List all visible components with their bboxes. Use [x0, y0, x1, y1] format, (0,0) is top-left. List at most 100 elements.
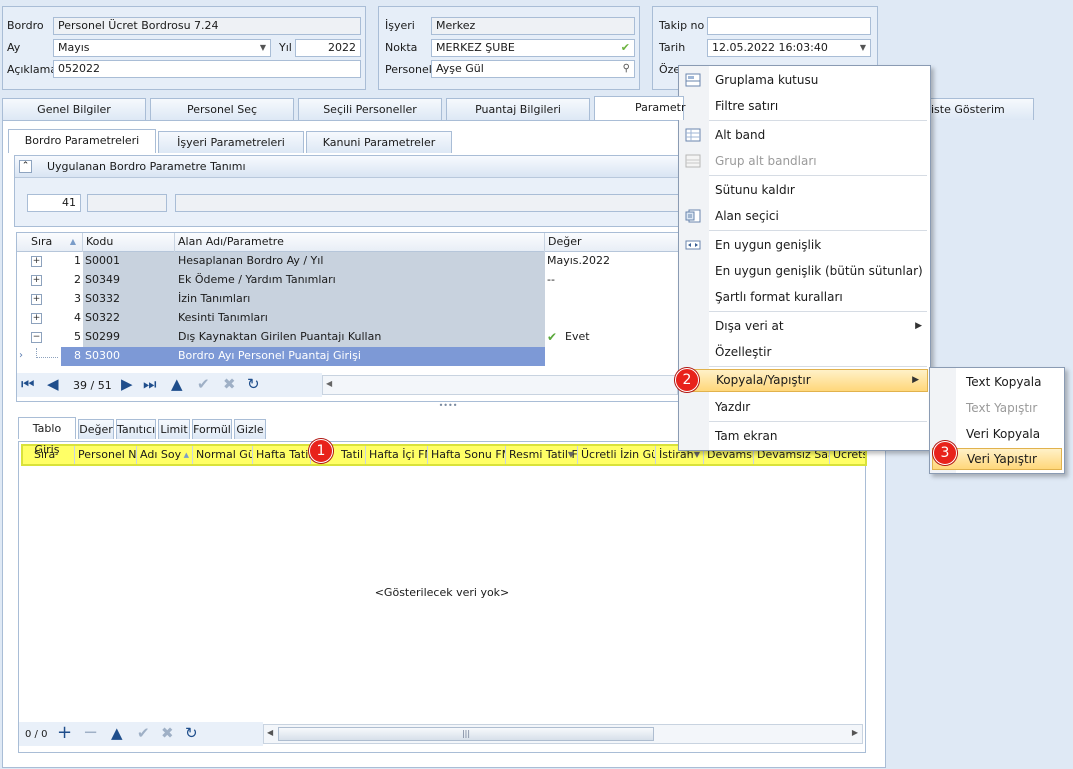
chevron-down-icon[interactable]: ▼ [860, 40, 866, 56]
sort-asc-icon: ▲ [69, 237, 76, 246]
tab-deger[interactable]: Değer [78, 419, 114, 439]
param-count-field[interactable]: 41 [27, 194, 81, 212]
isyeri-label: İşyeri [385, 19, 415, 32]
next-record-icon[interactable]: ▶ [121, 375, 133, 393]
menu-item-kopyala-yapistir[interactable]: Kopyala/Yapıştır ▶ [681, 369, 928, 392]
move-up-icon[interactable]: ▲ [171, 375, 183, 393]
prev-record-icon[interactable]: ◀ [47, 375, 59, 393]
nokta-field[interactable]: MERKEZ ŞUBE ✔ [431, 39, 635, 57]
col-header-hafta-ici-fm[interactable]: Hafta İçi FM [366, 446, 428, 464]
col-header-adi-soyadi[interactable]: Adı Soy ▲ [137, 446, 193, 464]
tab-limit[interactable]: Limit [158, 419, 190, 439]
collapse-row-icon[interactable]: − [31, 332, 42, 343]
tab-formul[interactable]: Formül [192, 419, 232, 439]
tab-genel-bilgiler[interactable]: Genel Bilgiler [2, 98, 146, 120]
col-header-personel-no[interactable]: Personel No [75, 446, 137, 464]
tab-kanuni-parametreler[interactable]: Kanuni Parametreler [306, 131, 452, 153]
menu-item-en-uygun-genislik-tum[interactable]: En uygun genişlik (bütün sütunlar) [679, 259, 930, 283]
refresh-icon[interactable]: ↻ [247, 375, 260, 393]
cancel-icon[interactable]: ✖ [223, 375, 236, 393]
col-header-hafta-tatili[interactable]: Hafta Tatili [253, 446, 311, 464]
confirm-icon[interactable]: ✔ [197, 375, 210, 393]
scroll-thumb[interactable]: ||| [278, 727, 654, 741]
submenu-item-text-yapistir[interactable]: Text Yapıştır [930, 396, 1064, 420]
menu-item-disa-veri-at[interactable]: Dışa veri at ▶ [679, 314, 930, 338]
tab-puantaj-bilgileri[interactable]: Puantaj Bilgileri [446, 98, 590, 120]
yil-field[interactable]: 2022 [295, 39, 361, 57]
submenu-arrow-icon: ▶ [912, 375, 919, 385]
tab-parametreler[interactable]: Parametr [594, 96, 685, 120]
menu-item-grup-alt-bandlari[interactable]: Grup alt bandları [679, 149, 930, 173]
first-record-icon[interactable]: ⏮ [21, 375, 35, 393]
last-record-icon[interactable]: ⏭ [143, 375, 157, 393]
scroll-left-icon[interactable]: ◀ [267, 728, 273, 737]
personel-value: Ayşe Gül [436, 62, 484, 75]
menu-item-ozellestir[interactable]: Özelleştir [679, 340, 930, 364]
lookup-icon[interactable]: ⚲ [623, 61, 630, 77]
bordro-field[interactable]: Personel Ücret Bordrosu 7.24 [53, 17, 361, 35]
double-check-icon[interactable]: ✔ [621, 40, 630, 56]
scroll-right-icon[interactable]: ▶ [852, 728, 858, 737]
isyeri-panel: İşyeri Merkez Nokta MERKEZ ŞUBE ✔ Person… [378, 6, 640, 90]
tab-secili-personeller[interactable]: Seçili Personeller [298, 98, 442, 120]
col-header-sira[interactable]: Sıra ▲ [17, 233, 83, 252]
tab-personel-sec[interactable]: Personel Seç [150, 98, 294, 120]
context-menu: Gruplama kutusu Filtre satırı Alt band G… [678, 65, 931, 451]
tab-tanitici[interactable]: Tanıtıcı [116, 419, 156, 439]
isyeri-field[interactable]: Merkez [431, 17, 635, 35]
param-name-field[interactable] [87, 194, 167, 212]
col-header-normal-gun[interactable]: Normal Gün [193, 446, 253, 464]
col-header-alan[interactable]: Alan Adı/Parametre [175, 233, 545, 252]
menu-item-sartli-format[interactable]: Şartlı format kuralları [679, 285, 930, 309]
lower-tab-bar: Tablo Giriş Değer Tanıtıcı Limit Formül … [18, 417, 318, 456]
horizontal-scrollbar[interactable]: ◀ [322, 375, 678, 395]
col-header-resmi-tatil[interactable]: Resmi Tatil F ▼ [506, 446, 578, 464]
menu-item-alt-band[interactable]: Alt band [679, 123, 930, 147]
scroll-left-icon[interactable]: ◀ [326, 379, 332, 388]
expand-icon[interactable]: + [31, 256, 42, 267]
tab-bordro-parametreleri[interactable]: Bordro Parametreleri [8, 129, 156, 153]
best-fit-icon [685, 240, 701, 250]
filter-icon[interactable]: ▼ [568, 446, 574, 464]
ay-select[interactable]: Mayıs ▼ [53, 39, 271, 57]
ay-label: Ay [7, 41, 21, 54]
step-badge-1: 1 [309, 439, 333, 463]
refresh-icon[interactable]: ↻ [185, 724, 198, 742]
record-navigator: ⏮ ◀ 39 / 51 ▶ ⏭ ▲ ✔ ✖ ↻ [17, 373, 322, 397]
menu-item-gruplama-kutusu[interactable]: Gruplama kutusu [679, 68, 930, 92]
cancel-icon[interactable]: ✖ [161, 724, 174, 742]
data-horizontal-scrollbar[interactable]: ◀ ||| ▶ [263, 724, 863, 744]
tab-isyeri-parametreleri[interactable]: İşyeri Parametreleri [158, 131, 304, 153]
menu-item-sutunu-kaldir[interactable]: Sütunu kaldır [679, 178, 930, 202]
personel-field[interactable]: Ayşe Gül ⚲ [431, 60, 635, 78]
expand-icon[interactable]: + [31, 294, 42, 305]
expand-icon[interactable]: + [31, 313, 42, 324]
col-header-hafta-sonu-fm[interactable]: Hafta Sonu FM [428, 446, 506, 464]
group-box-icon [685, 73, 701, 87]
col-header-kodu[interactable]: Kodu [83, 233, 175, 252]
menu-item-tam-ekran[interactable]: Tam ekran [679, 424, 930, 448]
tree-line [36, 357, 58, 358]
col-header-ucretli-izin[interactable]: Ücretli İzin Gün [578, 446, 656, 464]
chevron-down-icon[interactable]: ▼ [260, 40, 266, 56]
aciklama-field[interactable]: 052022 [53, 60, 361, 78]
takip-field[interactable] [707, 17, 871, 35]
expand-icon[interactable]: + [31, 275, 42, 286]
menu-item-yazdir[interactable]: Yazdır [679, 395, 930, 419]
menu-item-filtre-satiri[interactable]: Filtre satırı [679, 94, 930, 118]
move-up-icon[interactable]: ▲ [111, 724, 123, 742]
menu-item-alan-secici[interactable]: Alan seçici [679, 204, 930, 228]
submenu-item-text-kopyala[interactable]: Text Kopyala [930, 370, 1064, 394]
menu-item-en-uygun-genislik[interactable]: En uygun genişlik [679, 233, 930, 257]
add-record-icon[interactable]: + [57, 724, 72, 742]
param-desc-field[interactable] [175, 194, 695, 212]
confirm-icon[interactable]: ✔ [137, 724, 150, 742]
group-title: Uygulanan Bordro Parametre Tanımı [47, 160, 246, 173]
tab-tablo-giris[interactable]: Tablo Giriş [18, 417, 76, 456]
field-chooser-icon [685, 209, 701, 223]
personel-label: Personel [385, 63, 432, 76]
delete-record-icon[interactable]: − [83, 724, 98, 742]
tab-gizle[interactable]: Gizle [234, 419, 266, 439]
tarih-field[interactable]: 12.05.2022 16:03:40 ▼ [707, 39, 871, 57]
collapse-icon[interactable]: ⌃ [19, 160, 32, 173]
